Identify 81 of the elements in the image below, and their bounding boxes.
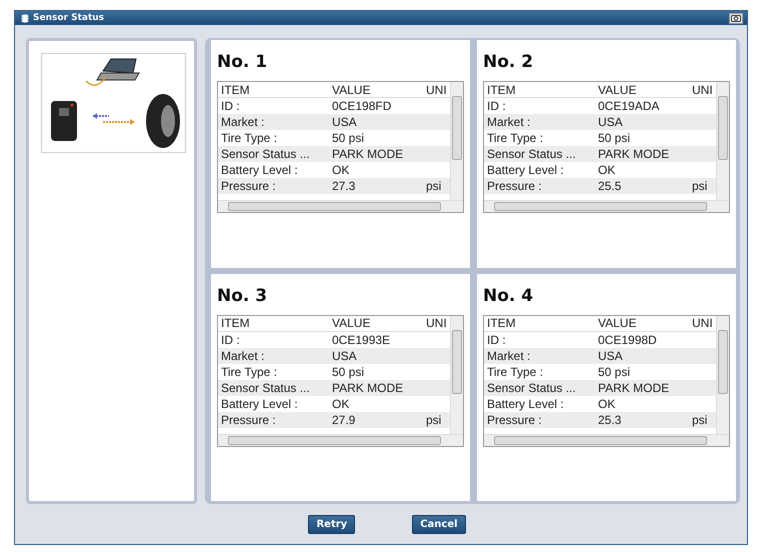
table-cell-text: Tire Type : [220, 131, 278, 145]
column-header: VALUE [597, 316, 638, 330]
column-header: UNI [425, 316, 448, 330]
table-cell-text: Sensor Status ... [220, 380, 311, 394]
table-cell-text: Sensor Status ... [220, 147, 311, 161]
vertical-scrollbar[interactable] [450, 316, 463, 434]
table-cell-text: USA [597, 115, 624, 129]
table-cell-text: OK [331, 163, 350, 177]
column-header: VALUE [331, 82, 372, 96]
table-cell-text: ID : [220, 332, 241, 346]
column-header: ITEM [220, 316, 251, 330]
table-cell-text: PARK MODE [331, 380, 404, 394]
sensor-title: No. 3 [217, 286, 268, 308]
dialog-button[interactable]: Retry [308, 515, 356, 534]
table-cell-text: psi [691, 179, 708, 193]
vertical-scrollbar[interactable] [450, 82, 463, 200]
sensor-title: No. 1 [217, 52, 268, 74]
vertical-scrollbar[interactable] [716, 316, 729, 434]
table-cell-text: Battery Level : [220, 163, 299, 177]
horizontal-scrollbar[interactable] [484, 200, 729, 212]
table-cell-text: USA [331, 348, 358, 362]
window-icon [21, 14, 29, 22]
table-cell-text: Pressure : [486, 179, 543, 193]
horizontal-scrollbar[interactable] [484, 434, 729, 446]
table-cell-text: ID : [486, 99, 507, 113]
table-cell-text: PARK MODE [331, 147, 404, 161]
table-cell-text: psi [425, 412, 442, 426]
camera-button[interactable] [729, 12, 743, 24]
table-cell-text: Tire Type : [486, 364, 544, 378]
table-cell-text: Pressure : [486, 412, 543, 426]
table-cell-text: Battery Level : [486, 163, 565, 177]
table-cell-text: 50 psi [331, 131, 366, 145]
column-header: UNI [691, 82, 714, 96]
table-cell-text: Market : [220, 348, 266, 362]
table-cell-text: ID : [486, 332, 507, 346]
table-cell-text: Market : [220, 115, 266, 129]
table-cell-text: 25.5 [597, 179, 622, 193]
table-cell-text: OK [331, 396, 350, 410]
table-cell-text: OK [597, 396, 616, 410]
column-header: VALUE [331, 316, 372, 330]
table-cell-text: 0CE1993E [331, 332, 392, 346]
dialog-button[interactable]: Cancel [412, 515, 466, 534]
column-header: ITEM [486, 82, 517, 96]
horizontal-scrollbar[interactable] [218, 434, 463, 446]
table-cell-text: Battery Level : [486, 396, 565, 410]
table-cell-text: Market : [486, 348, 532, 362]
vertical-scrollbar[interactable] [716, 82, 729, 200]
table-cell-text: Pressure : [220, 412, 277, 426]
table-cell-text: ID : [220, 99, 241, 113]
table-cell-text: Pressure : [220, 179, 277, 193]
table-cell-text: 25.3 [597, 412, 622, 426]
horizontal-scrollbar[interactable] [218, 200, 463, 212]
column-header: VALUE [597, 82, 638, 96]
column-header: UNI [425, 82, 448, 96]
column-header: ITEM [220, 82, 251, 96]
table-cell-text: OK [597, 163, 616, 177]
table-cell-text: 50 psi [331, 364, 366, 378]
sensor-title: No. 4 [483, 286, 534, 308]
table-cell-text: Tire Type : [486, 131, 544, 145]
table-cell-text: 0CE198FD [331, 99, 392, 113]
table-cell-text: Sensor Status ... [486, 380, 577, 394]
window-title: Sensor Status [33, 13, 104, 23]
table-cell-text: psi [425, 179, 442, 193]
column-header: UNI [691, 316, 714, 330]
sensor-title: No. 2 [483, 52, 534, 74]
table-cell-text: 27.9 [331, 412, 356, 426]
table-cell-text: PARK MODE [597, 147, 670, 161]
table-cell-text: Battery Level : [220, 396, 299, 410]
table-cell-text: USA [331, 115, 358, 129]
table-cell-text: USA [597, 348, 624, 362]
table-cell-text: 50 psi [597, 131, 632, 145]
column-header: ITEM [486, 316, 517, 330]
table-cell-text: psi [691, 412, 708, 426]
table-cell-text: 50 psi [597, 364, 632, 378]
table-cell-text: Tire Type : [220, 364, 278, 378]
table-cell-text: PARK MODE [597, 380, 670, 394]
table-cell-text: 0CE1998D [597, 332, 658, 346]
table-cell-text: Market : [486, 115, 532, 129]
table-cell-text: Sensor Status ... [486, 147, 577, 161]
table-cell-text: 0CE19ADA [597, 99, 660, 113]
table-cell-text: 27.3 [331, 179, 356, 193]
